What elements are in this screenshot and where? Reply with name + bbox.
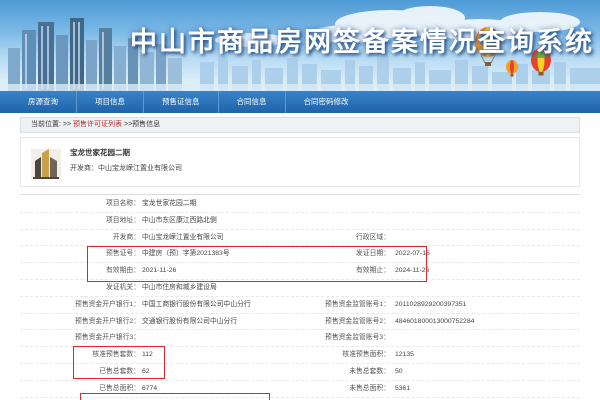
- breadcrumb-link-permit-list[interactable]: 预售许可证列表: [73, 121, 122, 128]
- nav-item-contract-password[interactable]: 合同密码修改: [286, 91, 367, 113]
- breadcrumb-current: >>预售信息: [123, 121, 161, 128]
- highlight-land-cert-box: [80, 393, 270, 400]
- nav-item-presale-permit[interactable]: 预售证信息: [144, 91, 219, 113]
- info-label: 项目名称：: [106, 200, 140, 207]
- section-divider: [20, 194, 580, 195]
- info-label: 预售资金监管账号2：: [325, 317, 390, 325]
- system-title: 中山市商品房网签备案情况查询系统: [130, 27, 594, 57]
- info-label: 发证机关：: [106, 283, 140, 291]
- nav-item-project-info[interactable]: 项目信息: [77, 91, 144, 113]
- info-label: 核准预售面积：: [342, 351, 390, 359]
- header-banner: 中山市商品房网签备案情况查询系统: [0, 0, 600, 91]
- info-label: 预售资金开户银行1：: [75, 300, 140, 308]
- info-label: 预售资金开户银行2：: [75, 317, 140, 325]
- info-value: 12135: [395, 351, 414, 359]
- info-value: 交通银行股份有限公司中山分行: [142, 317, 238, 325]
- info-value: 2011028929200397351: [395, 300, 467, 308]
- info-label: 未售总面积：: [349, 384, 390, 392]
- info-row: 预售资金开户银行1： 中国工商银行股份有限公司中山分行 预售资金监管账号1： 2011…: [20, 297, 580, 314]
- info-row: 发证机关： 中山市住房和城乡建设局: [20, 280, 580, 297]
- breadcrumb-prefix: 当前位置: >>: [31, 121, 72, 128]
- info-value: 宝龙世家花园二期: [142, 200, 197, 207]
- info-label: 项目地址：: [106, 216, 140, 224]
- info-value: 中国工商银行股份有限公司中山分行: [142, 300, 251, 308]
- info-row: 开发商： 中山宝龙嵘江置业有限公司 行政区域：: [20, 230, 580, 247]
- info-row: 预售资金开户银行3： 预售资金监管账号3：: [20, 330, 580, 348]
- info-value: 中山宝龙嵘江置业有限公司: [142, 233, 224, 241]
- building-logo-icon: [31, 149, 61, 179]
- project-developer: 开发商：中山宝龙嵘江置业有限公司: [70, 165, 182, 172]
- info-value: 484601800013000752284: [395, 317, 475, 325]
- info-value: 5361: [395, 384, 411, 392]
- nav-item-house-search[interactable]: 房源查询: [10, 91, 77, 113]
- project-header: 宝龙世家花园二期 开发商：中山宝龙嵘江置业有限公司: [20, 137, 580, 187]
- info-label: 行政区域：: [356, 233, 390, 241]
- info-label: 预售资金开户银行3：: [75, 334, 140, 342]
- info-label: 预售资金监管账号1：: [325, 300, 390, 308]
- info-row: 项目名称： 宝龙世家花园二期: [20, 196, 580, 213]
- info-label: 预售资金监管账号3：: [325, 334, 390, 342]
- info-row: 项目地址： 中山市东区康江西路北侧: [20, 213, 580, 230]
- info-label: 未售总套数：: [349, 367, 390, 375]
- nav-item-contract-info[interactable]: 合同信息: [219, 91, 286, 113]
- info-value: 中山市住房和城乡建设局: [142, 283, 217, 291]
- info-row: 预售资金开户银行2： 交通银行股份有限公司中山分行 预售资金监管账号2： 484601…: [20, 314, 580, 331]
- info-value: 50: [395, 367, 403, 375]
- highlight-sales-count-box: [73, 346, 165, 379]
- info-label: 开发商：: [112, 233, 140, 241]
- breadcrumb: 当前位置: >> 预售许可证列表 >>预售信息: [20, 117, 580, 133]
- highlight-permit-box: [87, 246, 427, 282]
- info-value: 中山市东区康江西路北侧: [142, 216, 217, 224]
- project-name: 宝龙世家花园二期: [70, 148, 130, 157]
- main-nav: 房源查询 项目信息 预售证信息 合同信息 合同密码修改: [0, 91, 600, 113]
